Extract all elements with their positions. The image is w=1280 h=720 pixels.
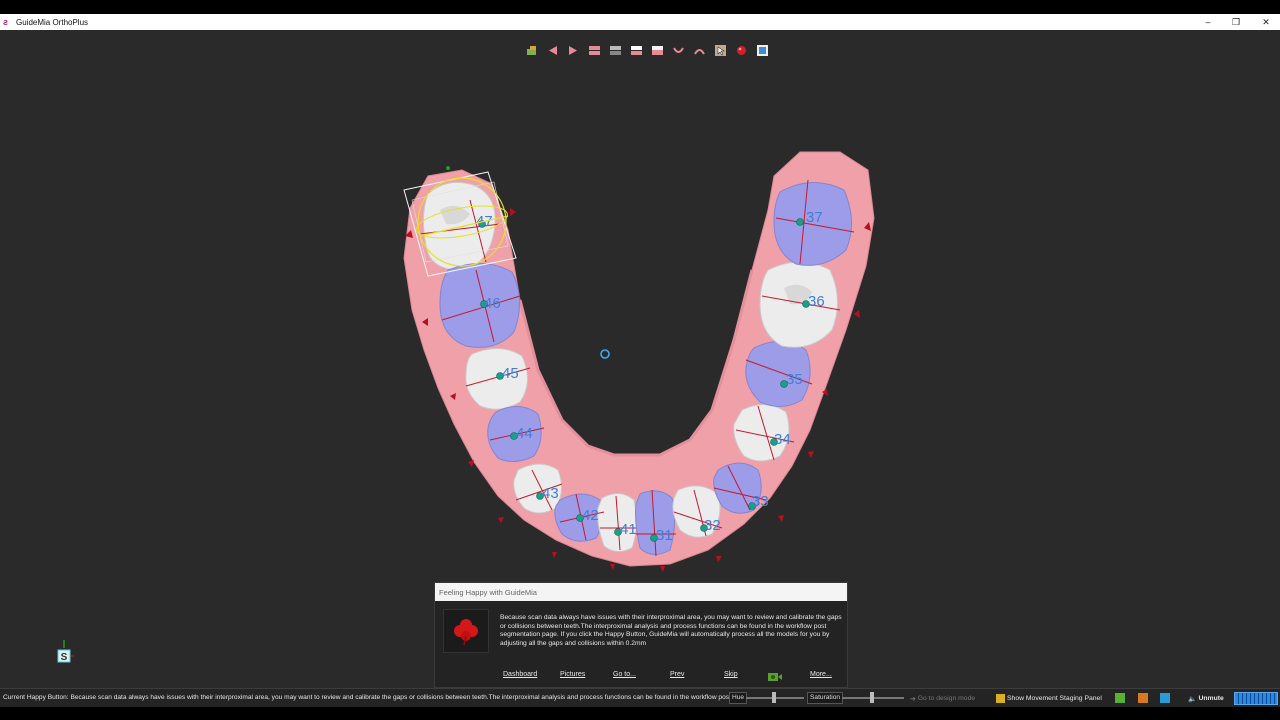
tooth-label: 45 [502, 365, 519, 382]
title-bar: ƨ GuideMia OrthoPlus – ❐ ✕ [0, 14, 1280, 30]
screen-top-border [0, 0, 1280, 14]
audio-level-meter [1234, 692, 1278, 705]
tooth-label: 35 [786, 371, 803, 388]
tooth-label: 34 [774, 431, 791, 448]
movement-panel-button[interactable]: Show Movement Staging Panel [996, 692, 1102, 705]
app-logo-icon: ƨ [3, 16, 9, 27]
clover-icon [443, 609, 489, 653]
design-mode-button[interactable]: ➔ Go to design mode [910, 692, 975, 705]
close-button[interactable]: ✕ [1252, 14, 1280, 30]
status-message: Current Happy Button: Because scan data … [3, 694, 729, 701]
layout-icon[interactable] [1160, 693, 1170, 703]
tooth-36[interactable] [759, 261, 838, 348]
orientation-axis-widget[interactable]: S [56, 638, 76, 664]
tooth-label: 32 [704, 517, 721, 534]
pictures-link[interactable]: Pictures [560, 671, 585, 678]
tooth-label: 42 [582, 507, 599, 524]
goto-link[interactable]: Go to... [613, 671, 636, 678]
movement-panel-label: Show Movement Staging Panel [1007, 695, 1102, 702]
skip-link[interactable]: Skip [724, 671, 738, 678]
speaker-icon: 🔈 [1188, 695, 1197, 703]
window-title: GuideMia OrthoPlus [16, 17, 89, 27]
more-link[interactable]: More... [810, 671, 832, 678]
hue-slider-handle[interactable] [772, 692, 776, 703]
3d-viewport[interactable]: 47 46 45 44 43 42 41 31 32 33 34 35 36 3… [0, 30, 1280, 688]
grid-icon[interactable] [1138, 693, 1148, 703]
axis-label: S [61, 652, 68, 663]
tooth-label: 41 [620, 521, 637, 538]
happy-popup: Feeling Happy with GuideMia Because scan… [434, 582, 848, 688]
popup-title: Feeling Happy with GuideMia [435, 583, 847, 601]
restore-button[interactable]: ❐ [1222, 14, 1250, 30]
design-mode-label: Go to design mode [917, 695, 976, 702]
hue-label: Hue [729, 692, 748, 704]
tooth-46[interactable] [439, 262, 520, 348]
prev-link[interactable]: Prev [670, 671, 684, 678]
status-bar: Current Happy Button: Because scan data … [0, 688, 1280, 707]
panel-icon [996, 694, 1005, 703]
chart-icon[interactable] [1115, 693, 1125, 703]
screen-bottom-border [0, 707, 1280, 720]
tooth-label: 44 [516, 425, 533, 442]
rotation-pivot-icon[interactable] [600, 349, 610, 359]
tooth-label: 46 [484, 295, 501, 312]
dashboard-link[interactable]: Dashboard [503, 671, 537, 678]
arrow-right-icon: ➔ [910, 695, 916, 703]
tooth-label: 33 [752, 493, 769, 510]
happy-button-icon[interactable] [767, 670, 783, 688]
saturation-label: Saturation [807, 692, 844, 704]
tooth-label: 37 [806, 209, 823, 226]
tooth-label: 31 [656, 527, 673, 544]
saturation-slider-handle[interactable] [870, 692, 874, 703]
tooth-label: 36 [808, 293, 825, 310]
minimize-button[interactable]: – [1194, 14, 1222, 30]
unmute-button[interactable]: 🔈 Unmute [1188, 692, 1224, 705]
unmute-label: Unmute [1198, 695, 1224, 702]
popup-message: Because scan data always have issues wit… [500, 614, 842, 647]
tooth-label: 43 [542, 485, 559, 502]
